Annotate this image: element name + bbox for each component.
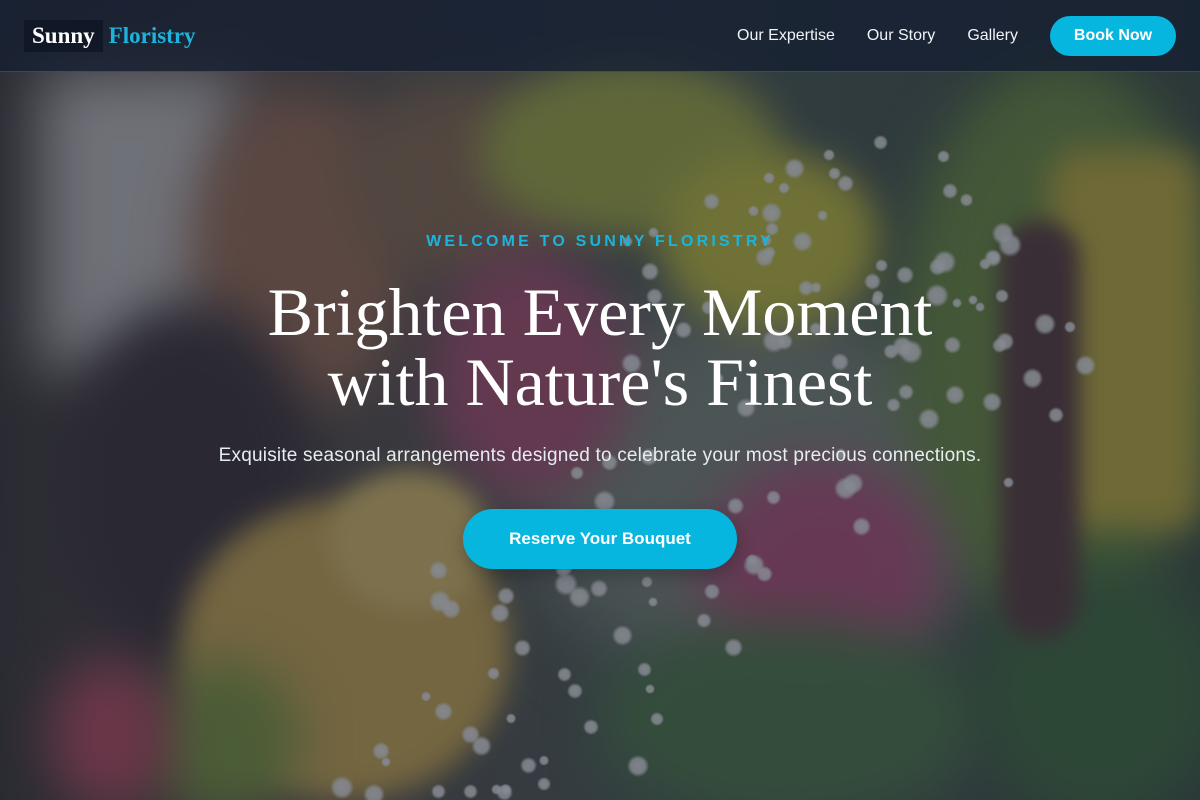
hero-headline-line-2: with Nature's Finest <box>327 344 873 420</box>
brand-name-part-2: Floristry <box>108 22 196 48</box>
reserve-bouquet-button[interactable]: Reserve Your Bouquet <box>463 509 737 569</box>
hero-section: WELCOME TO SUNNY FLORISTRY Brighten Ever… <box>0 233 1200 569</box>
brand-logo[interactable]: Sunny Floristry <box>24 19 196 52</box>
hero-eyebrow: WELCOME TO SUNNY FLORISTRY <box>426 233 774 250</box>
nav-link-gallery[interactable]: Gallery <box>967 27 1018 45</box>
nav-link-our-story[interactable]: Our Story <box>867 27 935 45</box>
nav-link-our-expertise[interactable]: Our Expertise <box>737 27 835 45</box>
book-now-button[interactable]: Book Now <box>1050 15 1176 56</box>
hero-headline: Brighten Every Moment with Nature's Fine… <box>0 277 1200 417</box>
hero-headline-line-1: Brighten Every Moment <box>267 274 933 350</box>
main-nav: Our Expertise Our Story Gallery Book Now <box>705 15 1176 56</box>
brand-name-part-1: Sunny <box>24 19 103 52</box>
site-header: Sunny Floristry Our Expertise Our Story … <box>0 0 1200 72</box>
hero-subtext: Exquisite seasonal arrangements designed… <box>218 445 982 466</box>
